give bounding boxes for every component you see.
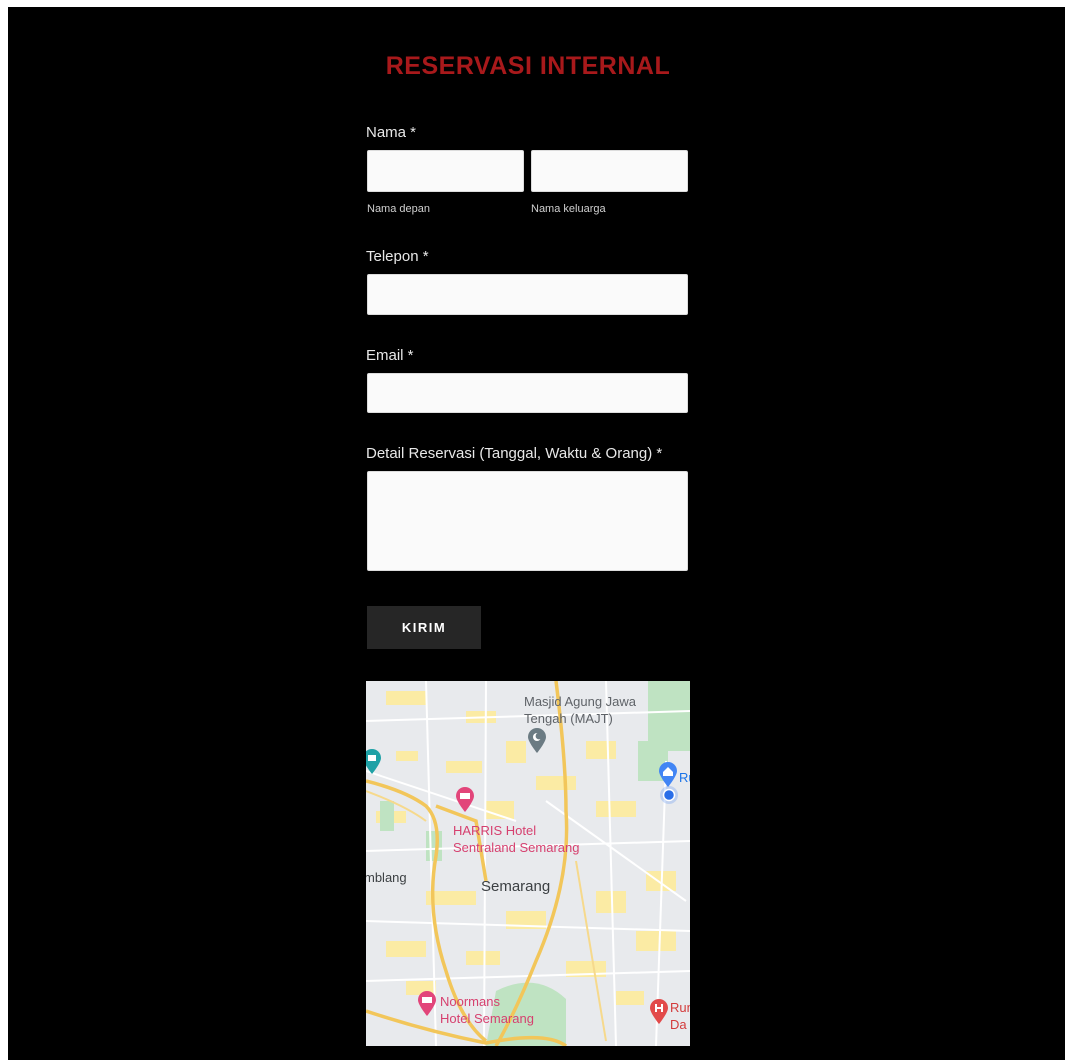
first-name-input[interactable]	[367, 150, 524, 192]
map-label-mosque: Masjid Agung Jawa Tengah (MAJT)	[524, 694, 637, 726]
form-title: RESERVASI INTERNAL	[385, 52, 671, 80]
details-textarea[interactable]	[367, 471, 688, 571]
hotel-pin-icon[interactable]	[417, 991, 437, 1017]
map-label-harris: HARRIS Hotel Sentraland Semarang	[453, 823, 580, 855]
map-embed[interactable]: Masjid Agung Jawa Tengah (MAJT) HARRIS H…	[366, 681, 690, 1046]
map-label-noormans: Noormans Hotel Semarang	[440, 994, 534, 1026]
museum-pin-icon[interactable]	[366, 749, 381, 775]
hospital-pin-icon[interactable]	[649, 999, 669, 1025]
last-name-sublabel: Nama keluarga	[531, 203, 606, 215]
submit-button[interactable]: KIRIM	[367, 606, 481, 649]
email-input[interactable]	[367, 373, 688, 413]
map-label-ru: Ru	[679, 770, 690, 785]
map-label-west: mblang	[366, 870, 407, 885]
details-label: Detail Reservasi (Tanggal, Waktu & Orang…	[366, 445, 663, 462]
first-name-sublabel: Nama depan	[367, 203, 430, 215]
location-dot-icon	[660, 786, 678, 804]
hotel-pin-icon[interactable]	[455, 787, 475, 813]
map-label-rumah: Rum Da	[670, 1000, 690, 1032]
name-label: Nama *	[366, 124, 417, 141]
mosque-pin-icon[interactable]	[527, 728, 547, 754]
last-name-input[interactable]	[531, 150, 688, 192]
phone-input[interactable]	[367, 274, 688, 315]
email-label: Email *	[366, 347, 414, 364]
map-label-city: Semarang	[481, 878, 551, 895]
phone-label: Telepon *	[366, 248, 429, 265]
